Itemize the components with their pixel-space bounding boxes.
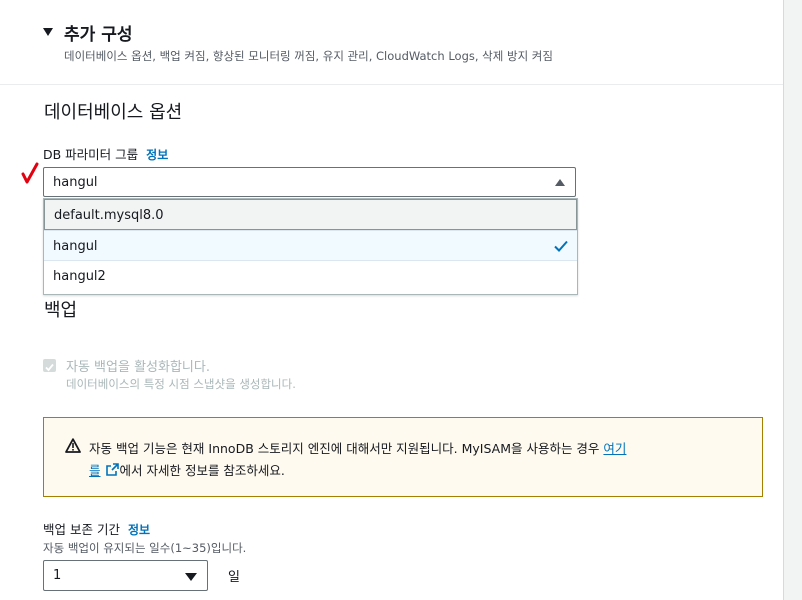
dropdown-option[interactable]: default.mysql8.0 <box>44 199 577 230</box>
red-checkmark-icon <box>21 162 39 184</box>
retention-period-select[interactable]: 1 <box>43 560 208 591</box>
dropdown-option-selected[interactable]: hangul <box>44 230 577 261</box>
warning-text-line1: 자동 백업 기능은 현재 InnoDB 스토리지 엔진에 대해서만 지원됩니다.… <box>89 438 626 457</box>
warning-text-rest: 에서 자세한 정보를 참조하세요. <box>119 463 285 478</box>
warning-icon <box>65 438 81 453</box>
retention-label: 백업 보존 기간 정보 <box>43 519 150 538</box>
check-icon <box>554 240 568 252</box>
retention-label-text: 백업 보존 기간 <box>43 522 120 537</box>
additional-config-header[interactable]: 추가 구성 데이터베이스 옵션, 백업 켜짐, 향상된 모니터링 꺼짐, 유지 … <box>0 0 783 85</box>
db-options-title: 데이터베이스 옵션 <box>44 102 183 123</box>
caret-down-icon <box>185 573 197 581</box>
param-group-label: DB 파라미터 그룹 정보 <box>43 144 168 163</box>
auto-backup-label: 자동 백업을 활성화합니다. <box>66 360 210 375</box>
details-link-continued[interactable]: 를 <box>89 463 101 478</box>
param-group-dropdown: default.mysql8.0 hangul hangul2 <box>43 198 578 295</box>
info-link[interactable]: 정보 <box>146 148 168 162</box>
retention-value: 1 <box>53 568 62 583</box>
retention-unit: 일 <box>228 570 240 585</box>
retention-info-link[interactable]: 정보 <box>128 523 150 537</box>
retention-description: 자동 백업이 유지되는 일수(1~35)입니다. <box>43 541 247 555</box>
caret-down-icon[interactable] <box>43 28 53 36</box>
param-group-selected-value: hangul <box>53 175 98 190</box>
warning-text-line2: 를 에서 자세한 정보를 참조하세요. <box>89 460 285 479</box>
param-group-label-text: DB 파라미터 그룹 <box>43 147 139 162</box>
section-heading: 추가 구성 <box>64 25 133 45</box>
external-link-icon[interactable] <box>105 463 119 476</box>
dropdown-option[interactable]: hangul2 <box>44 261 577 292</box>
param-group-select[interactable]: hangul <box>43 167 576 197</box>
additional-config-panel: 추가 구성 데이터베이스 옵션, 백업 켜짐, 향상된 모니터링 꺼짐, 유지 … <box>0 0 784 600</box>
warning-text: 자동 백업 기능은 현재 InnoDB 스토리지 엔진에 대해서만 지원됩니다.… <box>89 441 604 456</box>
innodb-warning-alert: 자동 백업 기능은 현재 InnoDB 스토리지 엔진에 대해서만 지원됩니다.… <box>43 417 763 497</box>
details-link[interactable]: 여기 <box>603 441 626 456</box>
auto-backup-checkbox[interactable] <box>43 359 56 372</box>
auto-backup-description: 데이터베이스의 특정 시점 스냅샷을 생성합니다. <box>66 377 296 391</box>
checkbox-check-icon <box>45 363 54 372</box>
section-summary: 데이터베이스 옵션, 백업 켜짐, 향상된 모니터링 꺼짐, 유지 관리, Cl… <box>64 49 553 63</box>
backup-title: 백업 <box>44 300 78 321</box>
caret-up-icon <box>555 179 565 186</box>
